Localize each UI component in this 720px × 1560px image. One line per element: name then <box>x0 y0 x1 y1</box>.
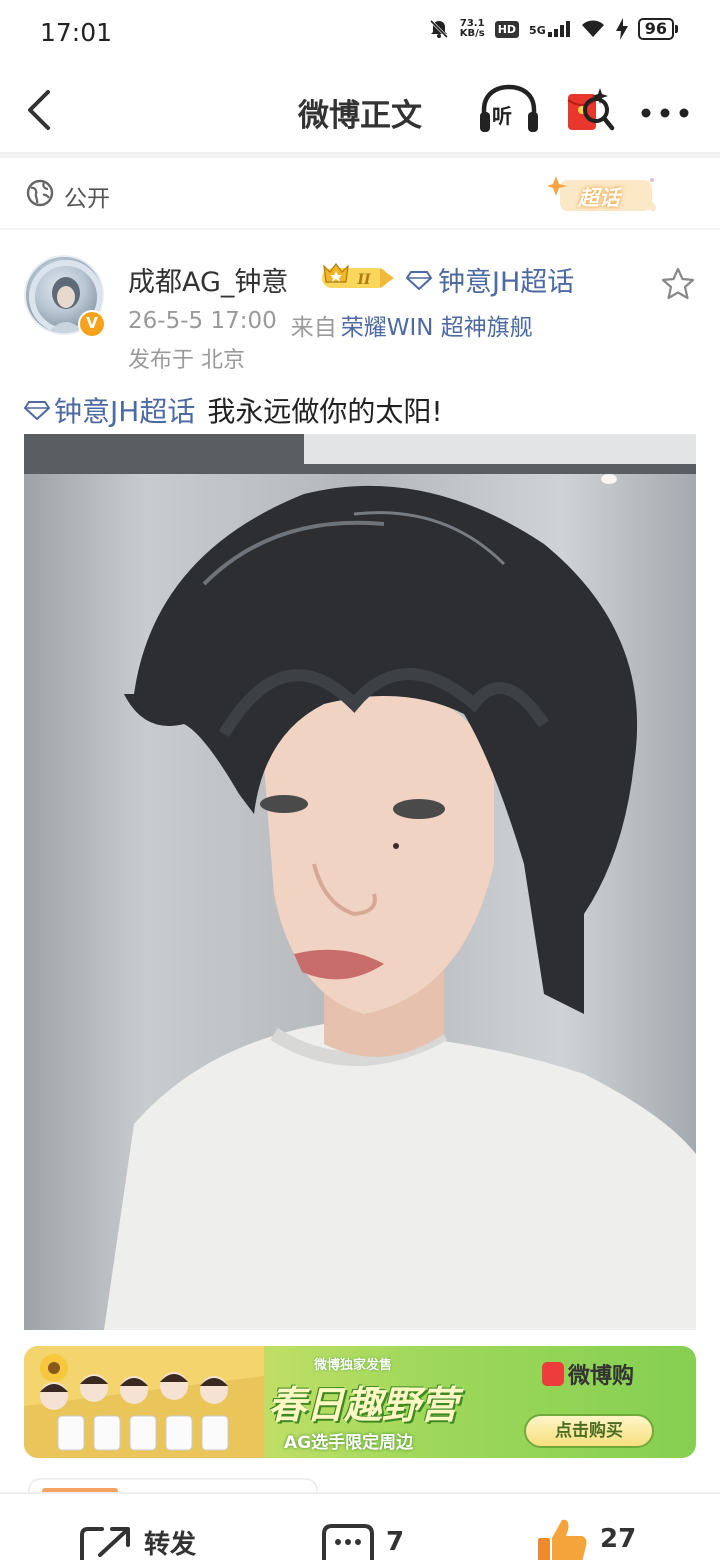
share-label: 转发 <box>144 1530 197 1560</box>
topic-link-head-label: 钟意JH超话 <box>438 267 575 298</box>
topic-link-inline[interactable]: 钟意JH超话 <box>24 390 195 430</box>
listen-label: 听 <box>492 104 512 128</box>
diamond-icon <box>24 401 50 420</box>
bottom-action-bar: 转发 7 27 <box>0 1492 720 1560</box>
like-button[interactable]: 27 <box>536 1516 636 1560</box>
diamond-icon <box>406 270 432 290</box>
charging-icon <box>615 18 628 40</box>
more-options-icon[interactable] <box>640 98 690 122</box>
network-type: 5G <box>529 24 546 37</box>
ad-banner[interactable]: 微博独家发售 春日趣野营 AG选手限定周边 微博购 点击购买 <box>24 1346 696 1458</box>
verified-badge-icon: V <box>78 310 106 338</box>
ad-brand: 微博购 <box>542 1358 634 1390</box>
supertopic-badge[interactable]: 超话 <box>547 174 660 218</box>
top-navigation: 微博正文 听 <box>0 66 720 154</box>
battery-indicator: 96 <box>637 18 679 40</box>
ad-top-line: 微博独家发售 <box>314 1358 393 1373</box>
net-speed: 73.1 KB/s <box>460 19 485 39</box>
status-bar: 17:01 73.1 KB/s HD 5G 96 <box>0 0 720 66</box>
crown-rank-badge[interactable]: II <box>320 262 396 292</box>
ad-brand-label: 微博购 <box>568 1364 635 1389</box>
share-button[interactable]: 转发 <box>80 1524 196 1560</box>
post-source-prefix: 来自 <box>290 315 337 341</box>
listen-button[interactable]: 听 <box>478 84 540 136</box>
comment-icon <box>322 1524 374 1560</box>
selfie-image <box>24 434 696 1330</box>
signal-bars-icon <box>547 21 570 37</box>
buy-now-button[interactable]: 点击购买 <box>524 1414 654 1448</box>
hd-badge: HD <box>494 20 520 38</box>
status-time: 17:01 <box>40 18 113 47</box>
post-meta: 26-5-5 17:00 来自 荣耀WIN 超神旗舰 <box>128 308 533 342</box>
red-packet-search-icon[interactable] <box>564 82 616 138</box>
post-date: 26-5-5 17:00 <box>128 308 277 334</box>
post-text: 钟意JH超话 我永远做你的太阳! <box>24 390 443 430</box>
section-divider <box>0 228 720 230</box>
comment-button[interactable]: 7 <box>322 1524 404 1560</box>
username[interactable]: 成都AG_钟意 <box>128 260 288 299</box>
globe-icon <box>26 179 54 207</box>
status-icons: 73.1 KB/s HD 5G 96 <box>428 18 679 40</box>
star-icon[interactable] <box>660 266 696 302</box>
ad-title: 春日趣野营 <box>268 1383 459 1427</box>
post-body: 我永远做你的太阳! <box>207 395 443 428</box>
comment-count: 7 <box>386 1527 405 1557</box>
thumbs-up-icon <box>538 1519 587 1560</box>
rank-numeral: II <box>356 272 371 288</box>
mute-bell-icon <box>429 19 448 39</box>
supertopic-label: 超话 <box>578 186 620 210</box>
topic-link-inline-label: 钟意JH超话 <box>54 395 196 428</box>
net-speed-unit: KB/s <box>459 28 485 39</box>
ad-subtitle: AG选手限定周边 <box>284 1433 414 1453</box>
post-location: 发布于 北京 <box>128 348 245 373</box>
wifi-icon <box>581 20 604 37</box>
post-source[interactable]: 荣耀WIN 超神旗舰 <box>341 308 533 342</box>
shopping-bag-icon <box>542 1362 564 1386</box>
like-count: 27 <box>600 1524 637 1554</box>
share-icon <box>80 1526 130 1560</box>
visibility-label: 公开 <box>64 186 110 212</box>
merch-figures-image <box>24 1346 264 1458</box>
topic-link-head[interactable]: 钟意JH超话 <box>406 260 574 299</box>
post-photo[interactable] <box>24 434 696 1330</box>
visibility-row: 公开 超话 <box>0 158 720 228</box>
signal-icon: 5G <box>529 21 570 37</box>
